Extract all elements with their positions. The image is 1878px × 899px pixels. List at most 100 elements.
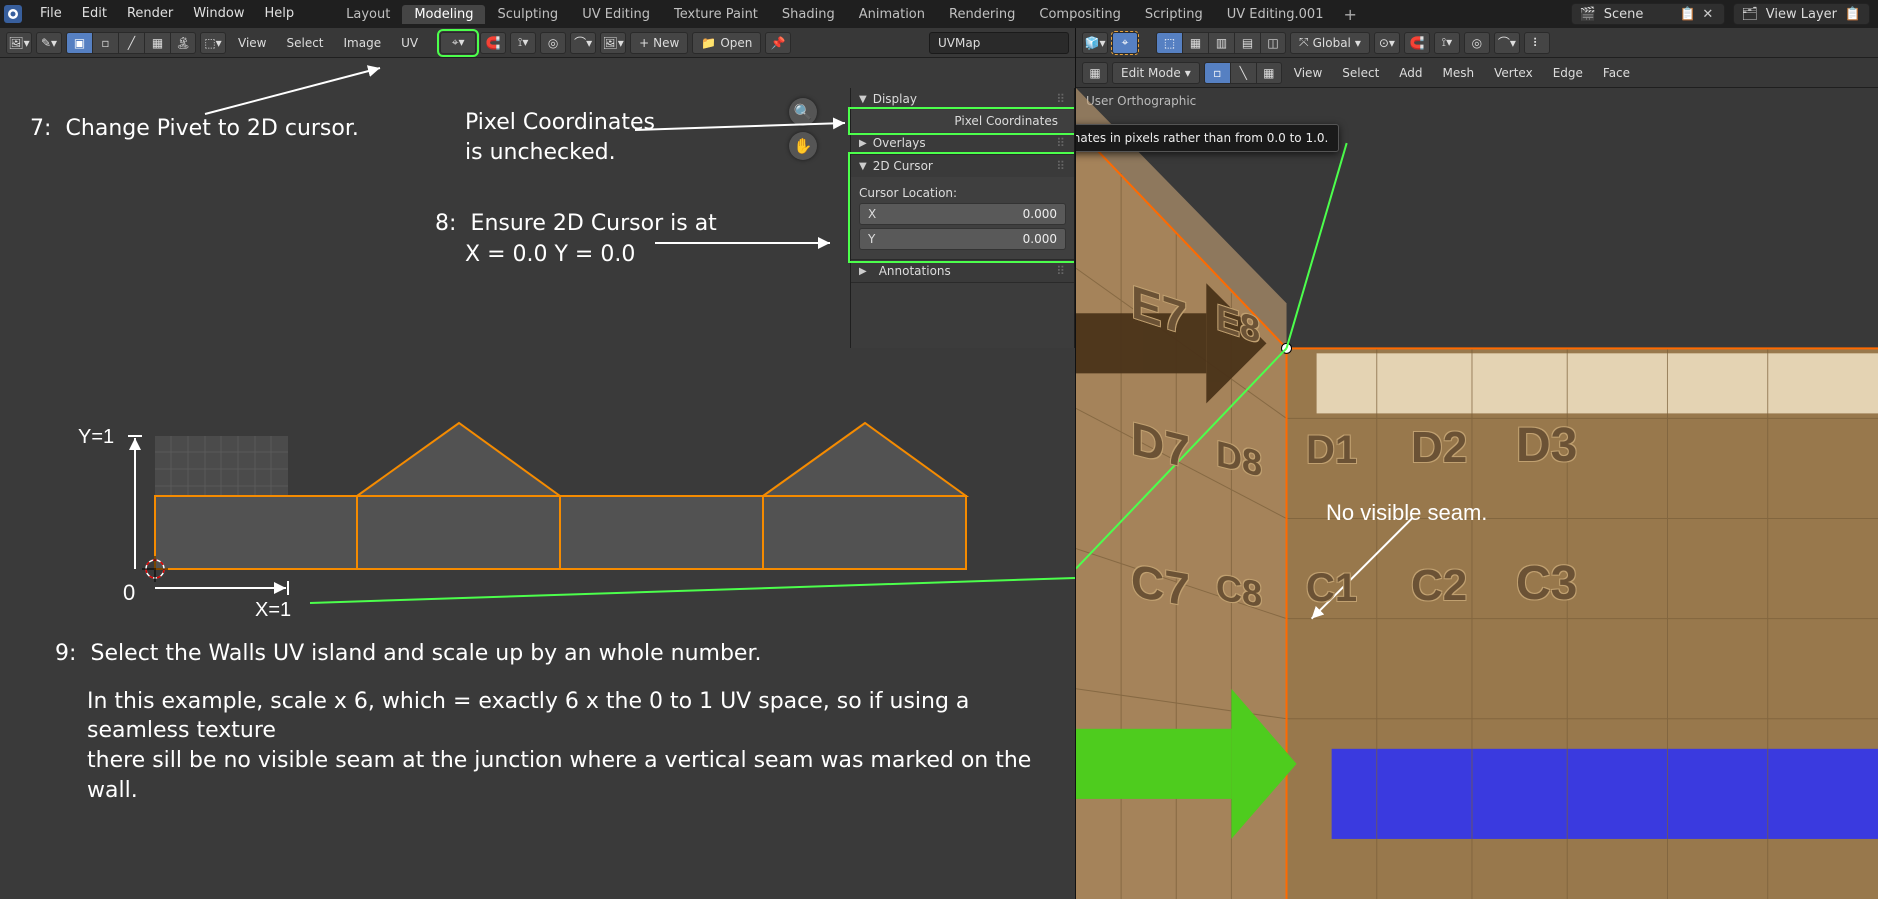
gizmo-bounds[interactable]: ⬚ xyxy=(1156,32,1182,54)
gizmo-opt3[interactable]: ▥ xyxy=(1208,32,1234,54)
menu-help[interactable]: Help xyxy=(255,0,305,28)
scene-delete-icon[interactable]: ✕ xyxy=(1698,4,1718,24)
view3d-editor-type-dropdown[interactable]: 🧊▾ xyxy=(1082,32,1108,54)
view-layer-new-icon[interactable]: 📋 xyxy=(1843,4,1863,24)
uv-open-image-button[interactable]: 📁Open xyxy=(692,32,761,54)
tooltip-text: Display UV coordinates in pixels rather … xyxy=(1076,131,1328,145)
uv-pin-button[interactable]: 📌 xyxy=(765,32,791,54)
triangle-down-icon: ▼ xyxy=(859,94,867,105)
mode-selector[interactable]: Edit Mode ▾ xyxy=(1112,62,1200,84)
view3d-canvas[interactable]: User Orthographic Display UV coordinates… xyxy=(1076,88,1878,899)
workspace-tab-rendering[interactable]: Rendering xyxy=(937,5,1027,24)
snap-toggle[interactable]: 🧲 xyxy=(1404,32,1430,54)
uv-display-channels-dropdown[interactable]: 🖼▾ xyxy=(600,32,626,54)
uv-proportional-falloff-dropdown[interactable]: ⌒▾ xyxy=(570,32,596,54)
gizmo-opt2[interactable]: ▦ xyxy=(1182,32,1208,54)
workspace-tab-compositing[interactable]: Compositing xyxy=(1027,5,1133,24)
face-label: C8 xyxy=(1216,566,1262,616)
face-label: C3 xyxy=(1516,556,1577,611)
snap-target-dropdown[interactable]: ⟟▾ xyxy=(1434,32,1460,54)
uv-proportional-toggle[interactable]: ◎ xyxy=(540,32,566,54)
uv-select-mode-vertex[interactable]: ▫ xyxy=(92,32,118,54)
face-label: C2 xyxy=(1411,561,1467,611)
uv-pivot-dropdown[interactable]: ⌖▾ xyxy=(440,32,476,54)
gizmo-opt4[interactable]: ▤ xyxy=(1234,32,1260,54)
uv-select-mode-island[interactable]: 🏝 xyxy=(170,32,196,54)
menu-edit[interactable]: Edit xyxy=(72,0,117,28)
cursor-y-field[interactable]: Y 0.000 xyxy=(859,228,1066,250)
drag-handle-icon[interactable]: ⠿ xyxy=(1056,159,1066,173)
menu-render[interactable]: Render xyxy=(117,0,183,28)
anno-step9-line3: there sill be no visible seam at the jun… xyxy=(87,746,1075,805)
view3d-cursor-tool[interactable]: ⌖ xyxy=(1112,32,1138,54)
uv-sticky-dropdown[interactable]: ⬚▾ xyxy=(200,32,226,54)
scene-new-icon[interactable]: 📋 xyxy=(1678,4,1698,24)
cursor-section-header[interactable]: ▼ 2D Cursor ⠿ xyxy=(851,155,1074,177)
view3d-menu-select[interactable]: Select xyxy=(1334,66,1387,80)
drag-handle-icon[interactable]: ⠿ xyxy=(1056,264,1066,278)
drag-handle-icon[interactable]: ⠿ xyxy=(1056,92,1066,106)
uv-menu-image[interactable]: Image xyxy=(336,36,390,50)
uv-map-selector[interactable]: UVMap xyxy=(929,32,1069,54)
proportional-toggle[interactable]: ◎ xyxy=(1464,32,1490,54)
uv-select-mode-edge[interactable]: ╱ xyxy=(118,32,144,54)
anno-step9-line1: Select the Walls UV island and scale up … xyxy=(91,641,762,666)
pivot-dropdown[interactable]: ⊙▾ xyxy=(1374,32,1400,54)
workspace-tab-modeling[interactable]: Modeling xyxy=(402,5,485,24)
uv-menu-select[interactable]: Select xyxy=(278,36,331,50)
uv-editor-area: 🖼▾ ✎▾ ▣ ▫ ╱ ▦ 🏝 ⬚▾ View Select Image UV … xyxy=(0,28,1075,899)
workspace-tab-layout[interactable]: Layout xyxy=(334,5,402,24)
mode-label: Edit Mode xyxy=(1121,66,1181,80)
view3d-menu-view[interactable]: View xyxy=(1286,66,1330,80)
select-mode-edge[interactable]: ╲ xyxy=(1230,62,1256,84)
top-menu-bar: File Edit Render Window Help Layout Mode… xyxy=(0,0,1878,28)
view3d-header-bottom: ▦ Edit Mode ▾ ▫ ╲ ▦ View Select Add Mesh… xyxy=(1076,58,1878,88)
uv-snap-toggle[interactable]: 🧲 xyxy=(480,32,506,54)
uv-editor-canvas[interactable]: 🔍 ✋ xyxy=(0,58,1075,899)
view-layer-selector[interactable]: 🗂 View Layer 📋 xyxy=(1733,3,1870,25)
view3d-menu-mesh[interactable]: Mesh xyxy=(1435,66,1483,80)
menu-window[interactable]: Window xyxy=(183,0,254,28)
view3d-menu-edge[interactable]: Edge xyxy=(1545,66,1591,80)
annotations-section-label: Annotations xyxy=(879,264,951,278)
face-label: D3 xyxy=(1516,418,1577,473)
workspace-tab-uvediting[interactable]: UV Editing xyxy=(570,5,662,24)
workspace-tab-animation[interactable]: Animation xyxy=(847,5,937,24)
uv-snap-target-dropdown[interactable]: ⟟▾ xyxy=(510,32,536,54)
annotations-section-header[interactable]: ▶ Annotations ⠿ xyxy=(851,260,1074,282)
workspace-tab-shading[interactable]: Shading xyxy=(770,5,847,24)
workspace-add-button[interactable]: + xyxy=(1335,5,1364,24)
gizmo-opt5[interactable]: ◫ xyxy=(1260,32,1286,54)
uv-menu-uv[interactable]: UV xyxy=(393,36,426,50)
scene-selector[interactable]: 🎬 Scene 📋 ✕ xyxy=(1571,3,1725,25)
workspace-tab-sculpting[interactable]: Sculpting xyxy=(485,5,570,24)
display-section-header[interactable]: ▼ Display ⠿ xyxy=(851,88,1074,110)
view3d-menu-vertex[interactable]: Vertex xyxy=(1486,66,1541,80)
select-mode-face[interactable]: ▦ xyxy=(1256,62,1282,84)
uv-select-mode-sync[interactable]: ▣ xyxy=(66,32,92,54)
uv-menu-view[interactable]: View xyxy=(230,36,274,50)
workspace-tab-texturepaint[interactable]: Texture Paint xyxy=(662,5,770,24)
workspace-tab-scripting[interactable]: Scripting xyxy=(1133,5,1215,24)
cursor-x-axis-label: X xyxy=(868,207,876,221)
cursor-x-field[interactable]: X 0.000 xyxy=(859,203,1066,225)
workspace-tab-uvediting001[interactable]: UV Editing.001 xyxy=(1215,5,1336,24)
uv-mode-dropdown[interactable]: ✎▾ xyxy=(36,32,62,54)
anno-y1: Y=1 xyxy=(78,424,114,451)
view3d-menu-add[interactable]: Add xyxy=(1391,66,1430,80)
proportional-falloff-dropdown[interactable]: ⌒▾ xyxy=(1494,32,1520,54)
uv-new-image-button[interactable]: +New xyxy=(630,32,688,54)
header-options-dropdown[interactable]: ⠇ xyxy=(1524,32,1550,54)
editor-type-dropdown[interactable]: 🖼▾ xyxy=(6,32,32,54)
overlays-subheader[interactable]: ▶ Overlays ⠿ xyxy=(851,132,1074,154)
uvmap-name-label: UVMap xyxy=(938,36,980,50)
anno-step8-line2: X = 0.0 Y = 0.0 xyxy=(465,242,635,267)
menu-file[interactable]: File xyxy=(30,0,72,28)
anno-pixelcoords-heading: Pixel Coordinates xyxy=(465,108,655,138)
drag-handle-icon[interactable]: ⠿ xyxy=(1056,136,1066,150)
transform-orientation-dropdown[interactable]: ⤧ Global ▾ xyxy=(1290,32,1370,54)
view3d-menu-face[interactable]: Face xyxy=(1595,66,1638,80)
select-mode-vertex[interactable]: ▫ xyxy=(1204,62,1230,84)
scene-name: Scene xyxy=(1598,7,1678,22)
uv-select-mode-face[interactable]: ▦ xyxy=(144,32,170,54)
